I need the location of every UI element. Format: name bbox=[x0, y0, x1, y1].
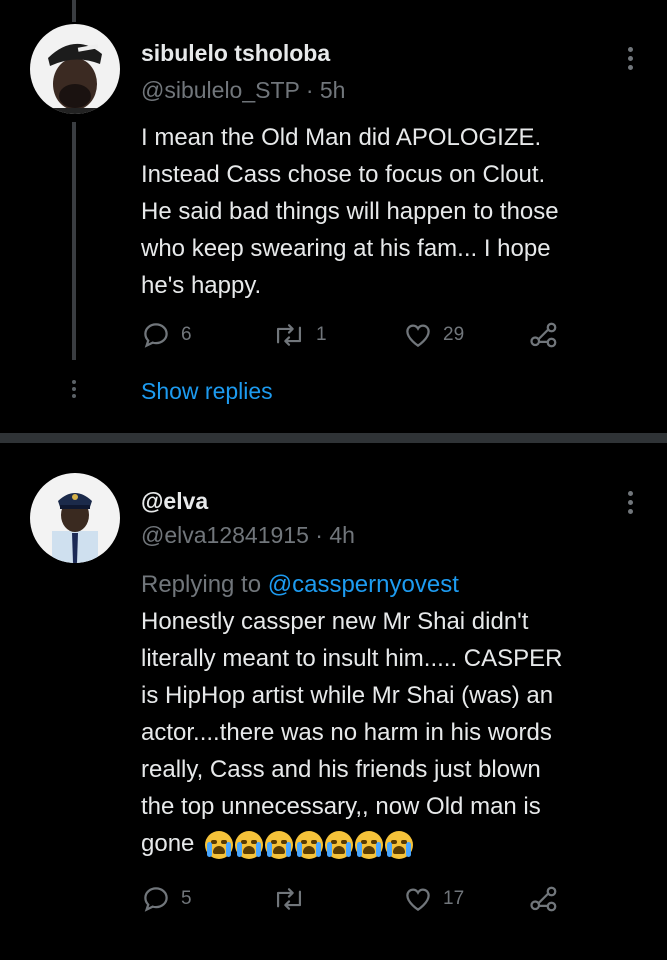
thread-more-dots-icon[interactable] bbox=[71, 380, 77, 398]
more-options-icon[interactable] bbox=[626, 47, 634, 70]
thread-line bbox=[72, 122, 76, 360]
thread-line bbox=[72, 0, 76, 22]
share-button[interactable] bbox=[528, 320, 560, 350]
retweet-button[interactable] bbox=[272, 884, 316, 914]
retweet-count: 1 bbox=[316, 324, 327, 345]
tweet-line: he's happy. bbox=[141, 272, 262, 299]
tweet-line: who keep swearing at his fam... I hope bbox=[141, 235, 551, 262]
crying-emoji bbox=[385, 830, 414, 859]
retweet-button[interactable]: 1 bbox=[272, 320, 327, 350]
like-count: 17 bbox=[443, 888, 465, 909]
replying-label: Replying to bbox=[141, 571, 262, 598]
share-button[interactable] bbox=[528, 884, 560, 914]
like-button[interactable]: 17 bbox=[403, 884, 464, 914]
tweet-text: I mean the Old Man did APOLOGIZE. Instea… bbox=[141, 119, 651, 304]
reply-count: 5 bbox=[181, 888, 192, 909]
retweet-icon bbox=[276, 888, 302, 910]
tweet-line: actor....there was no harm in his words bbox=[141, 719, 552, 746]
like-count: 29 bbox=[443, 324, 465, 345]
crying-emoji bbox=[295, 830, 324, 859]
avatar[interactable] bbox=[30, 473, 120, 563]
reply-count: 6 bbox=[181, 324, 192, 345]
share-icon bbox=[530, 886, 557, 912]
crying-emoji-row bbox=[205, 830, 414, 859]
reply-icon bbox=[144, 323, 168, 348]
tweet-text: Replying to @casspernyovest Honestly cas… bbox=[141, 566, 656, 862]
more-options-icon[interactable] bbox=[626, 491, 634, 514]
share-icon bbox=[530, 322, 557, 348]
crying-emoji bbox=[265, 830, 294, 859]
crying-emoji bbox=[325, 830, 354, 859]
author-handle[interactable]: @sibulelo_STP bbox=[141, 77, 299, 103]
tweet-line-last: gone bbox=[141, 825, 656, 862]
tweet-line: Instead Cass chose to focus on Clout. bbox=[141, 161, 546, 188]
like-icon bbox=[406, 888, 430, 911]
crying-emoji bbox=[355, 830, 384, 859]
tweet-line: Honestly cassper new Mr Shai didn't bbox=[141, 608, 529, 635]
reply-button[interactable]: 6 bbox=[141, 320, 192, 350]
author-handle[interactable]: @elva12841915 bbox=[141, 522, 309, 548]
crying-emoji bbox=[205, 830, 234, 859]
section-divider bbox=[0, 433, 667, 443]
author-name[interactable]: @elva bbox=[141, 488, 208, 515]
show-replies-link[interactable]: Show replies bbox=[141, 378, 273, 405]
tweet-line: the top unnecessary,, now Old man is bbox=[141, 793, 541, 820]
tweet-time[interactable]: · 5h bbox=[306, 77, 346, 103]
tweet-line: really, Cass and his friends just blown bbox=[141, 756, 541, 783]
tweet-line: He said bad things will happen to those bbox=[141, 198, 559, 225]
crying-emoji bbox=[235, 830, 264, 859]
tweet-line: I mean the Old Man did APOLOGIZE. bbox=[141, 124, 542, 151]
tweet-line: literally meant to insult him..... CASPE… bbox=[141, 645, 563, 672]
reply-icon bbox=[144, 887, 168, 912]
tweet-line: gone bbox=[141, 830, 195, 857]
retweet-icon bbox=[276, 324, 302, 346]
tweet-time[interactable]: · 4h bbox=[315, 522, 355, 548]
timeline: sibulelo tsholoba @sibulelo_STP · 5h I m… bbox=[0, 0, 667, 960]
reply-button[interactable]: 5 bbox=[141, 884, 192, 914]
avatar[interactable] bbox=[30, 24, 120, 114]
author-meta: @elva12841915 · 4h bbox=[141, 522, 355, 549]
tweet-line: is HipHop artist while Mr Shai (was) an bbox=[141, 682, 554, 709]
replying-to: Replying to @casspernyovest bbox=[141, 566, 656, 603]
like-icon bbox=[406, 324, 430, 347]
author-name[interactable]: sibulelo tsholoba bbox=[141, 40, 330, 67]
author-meta: @sibulelo_STP · 5h bbox=[141, 77, 345, 104]
mention-link[interactable]: @casspernyovest bbox=[268, 571, 459, 598]
like-button[interactable]: 29 bbox=[403, 320, 464, 350]
